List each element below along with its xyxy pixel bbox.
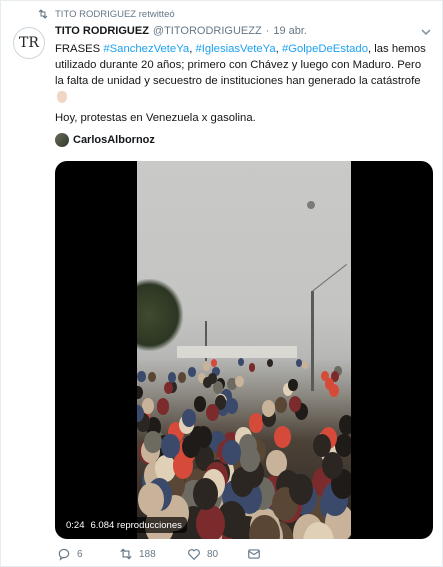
crowd-figure bbox=[193, 477, 218, 510]
envelope-icon bbox=[248, 549, 260, 559]
crowd-figure bbox=[248, 362, 256, 372]
reply-icon bbox=[58, 548, 70, 561]
crowd-figure bbox=[262, 400, 275, 417]
crowd-figure bbox=[156, 398, 170, 415]
heart-icon bbox=[188, 549, 200, 561]
crowd-figure bbox=[274, 426, 292, 448]
chevron-down-icon[interactable] bbox=[420, 27, 432, 37]
crowd-figure bbox=[181, 434, 200, 459]
retweet-count: 188 bbox=[139, 548, 156, 560]
crowd-figure bbox=[137, 371, 146, 383]
video-player[interactable]: 0:24 6.084 reproducciones bbox=[55, 161, 433, 539]
crowd-figure bbox=[210, 359, 218, 368]
video-author[interactable]: CarlosAlbornoz bbox=[55, 133, 155, 147]
crowd-figure bbox=[274, 396, 287, 413]
facepalm-emoji-icon bbox=[57, 91, 67, 103]
tweet-text: FRASES #SanchezVeteYa, #IglesiasVeteYa, … bbox=[55, 41, 439, 108]
text-line1-pre: FRASES bbox=[55, 43, 104, 55]
like-count: 80 bbox=[207, 548, 219, 560]
video-views: 6.084 reproducciones bbox=[90, 519, 182, 531]
video-author-avatar bbox=[55, 133, 69, 147]
text-line2: utilizado durante 20 años; primero con C… bbox=[55, 59, 422, 71]
video-author-name[interactable]: CarlosAlbornoz bbox=[73, 134, 155, 146]
reply-button[interactable]: 6 bbox=[57, 547, 119, 561]
text-line3: la falta de unidad y secuestro de instit… bbox=[55, 75, 421, 87]
crowd-figure bbox=[196, 504, 226, 539]
crowd-figure bbox=[144, 430, 162, 454]
author-handle[interactable]: @TITORODRIGUEZZ bbox=[153, 25, 262, 37]
action-bar: 6 188 80 bbox=[57, 547, 309, 561]
reply-count: 6 bbox=[77, 548, 83, 560]
crowd-figure bbox=[328, 384, 339, 398]
avatar[interactable]: TR bbox=[13, 27, 45, 59]
power-wire bbox=[311, 264, 347, 292]
lens-spot bbox=[307, 201, 315, 209]
tweet-subtext: Hoy, protestas en Venezuela x gasolina. bbox=[55, 112, 256, 124]
crowd-figure bbox=[238, 433, 257, 458]
crowd-figure bbox=[266, 358, 273, 367]
utility-pole bbox=[311, 291, 314, 391]
tweet-date[interactable]: 19 abr. bbox=[273, 25, 307, 37]
tweet-card[interactable]: TITO RODRIGUEZ retwitteó TR TITO RODRIGU… bbox=[0, 0, 443, 567]
crowd-figure bbox=[295, 359, 302, 368]
crowd-figure bbox=[238, 358, 245, 366]
crowd-figure bbox=[302, 360, 309, 370]
crowd-figure bbox=[137, 385, 143, 400]
hashtag-iglesias[interactable]: #IglesiasVeteYa bbox=[195, 43, 275, 55]
retweet-icon bbox=[120, 548, 132, 560]
crowd-figure bbox=[205, 403, 220, 421]
crowd-figure bbox=[194, 396, 207, 412]
crowd-figure bbox=[147, 371, 156, 383]
building bbox=[177, 346, 297, 358]
retweet-button[interactable]: 188 bbox=[119, 547, 187, 561]
crowd-figure bbox=[177, 372, 187, 383]
hashtag-golpe[interactable]: #GolpeDeEstado bbox=[282, 43, 368, 55]
author-name[interactable]: TITO RODRIGUEZ bbox=[55, 25, 149, 37]
video-duration: 0:24 bbox=[66, 519, 85, 531]
retweet-icon bbox=[38, 9, 48, 19]
crowd-figure bbox=[234, 375, 244, 388]
crowd-figure bbox=[181, 408, 196, 428]
retweet-context: TITO RODRIGUEZ retwitteó bbox=[37, 7, 175, 21]
tree-shape bbox=[137, 279, 183, 351]
crowd-figure bbox=[222, 439, 242, 465]
crowd-figure bbox=[338, 415, 351, 435]
crowd-figure bbox=[188, 367, 196, 378]
message-button[interactable] bbox=[247, 547, 309, 561]
video-overlay: 0:24 6.084 reproducciones bbox=[61, 517, 187, 533]
tweet-header: TITO RODRIGUEZ @TITORODRIGUEZZ · 19 abr. bbox=[55, 25, 435, 41]
hashtag-sanchez[interactable]: #SanchezVeteYa bbox=[103, 43, 189, 55]
avatar-initials: TR bbox=[19, 35, 39, 51]
separator-dot: · bbox=[265, 25, 270, 37]
retweet-label[interactable]: TITO RODRIGUEZ retwitteó bbox=[55, 9, 175, 20]
crowd-figure bbox=[288, 473, 313, 506]
crowd-figure bbox=[202, 376, 212, 389]
video-frame bbox=[137, 161, 351, 539]
like-button[interactable]: 80 bbox=[187, 547, 247, 561]
crowd-figure bbox=[202, 361, 210, 371]
crowd-figure bbox=[288, 378, 298, 392]
text-line1-post: , las hemos bbox=[367, 43, 426, 55]
